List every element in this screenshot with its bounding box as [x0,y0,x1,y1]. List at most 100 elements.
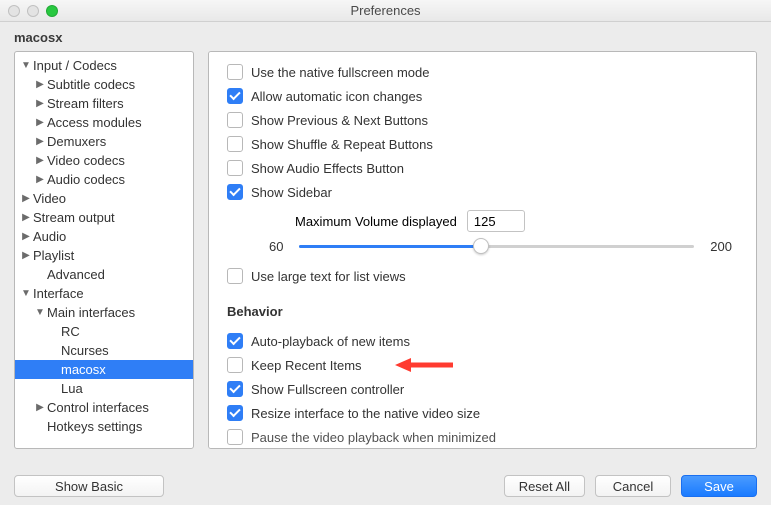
setting-label: Resize interface to the native video siz… [251,406,480,421]
tree-item-label: Playlist [31,248,74,263]
settings-panel[interactable]: Use the native fullscreen mode Allow auto… [208,51,757,449]
setting-row: Use large text for list views [227,264,738,288]
save-button[interactable]: Save [681,475,757,497]
cancel-button[interactable]: Cancel [595,475,671,497]
tree-item-hotkeys-settings[interactable]: Hotkeys settings [15,417,193,436]
display-opt-0-checkbox[interactable] [227,64,243,80]
tree-item-subtitle-codecs[interactable]: ▶Subtitle codecs [15,75,193,94]
large-text-checkbox[interactable] [227,268,243,284]
chevron-right-icon: ▶ [21,213,31,223]
chevron-right-icon: ▶ [21,232,31,242]
display-opt-1-checkbox[interactable] [227,88,243,104]
display-opt-3-checkbox[interactable] [227,136,243,152]
tree-item-label: Subtitle codecs [45,77,135,92]
slider-min-label: 60 [263,239,289,254]
display-opt-5-checkbox[interactable] [227,184,243,200]
reset-all-button[interactable]: Reset All [504,475,585,497]
footer: Show Basic Reset All Cancel Save [0,467,771,505]
breadcrumb: macosx [0,22,771,51]
tree-item-input-codecs[interactable]: ▼Input / Codecs [15,56,193,75]
chevron-right-icon: ▶ [35,175,45,185]
close-icon[interactable] [8,5,20,17]
window-controls [8,5,58,17]
tree-item-audio[interactable]: ▶Audio [15,227,193,246]
show-basic-button[interactable]: Show Basic [14,475,164,497]
tree-item-label: Video codecs [45,153,125,168]
tree-item-label: Audio codecs [45,172,125,187]
tree-item-label: Hotkeys settings [45,419,142,434]
setting-label: Show Previous & Next Buttons [251,113,428,128]
behavior-heading: Behavior [227,304,738,319]
tree-item-audio-codecs[interactable]: ▶Audio codecs [15,170,193,189]
tree-item-rc[interactable]: RC [15,322,193,341]
max-volume-input[interactable] [467,210,525,232]
chevron-right-icon: ▶ [21,194,31,204]
tree-item-label: Access modules [45,115,142,130]
slider-max-label: 200 [704,239,738,254]
tree-item-lua[interactable]: Lua [15,379,193,398]
setting-label: Show Audio Effects Button [251,161,404,176]
tree-item-stream-output[interactable]: ▶Stream output [15,208,193,227]
tree-item-label: RC [59,324,80,339]
chevron-right-icon: ▶ [35,137,45,147]
window-title: Preferences [350,3,420,18]
setting-label: Show Shuffle & Repeat Buttons [251,137,433,152]
setting-label: Use large text for list views [251,269,406,284]
tree-item-playlist[interactable]: ▶Playlist [15,246,193,265]
tree-item-video-codecs[interactable]: ▶Video codecs [15,151,193,170]
behavior-opt-1-checkbox[interactable] [227,357,243,373]
display-opt-4-checkbox[interactable] [227,160,243,176]
tree-item-macosx[interactable]: macosx [15,360,193,379]
max-volume-label: Maximum Volume displayed [295,214,457,229]
chevron-down-icon: ▼ [21,61,31,71]
chevron-right-icon: ▶ [35,118,45,128]
slider-thumb-icon[interactable] [473,238,489,254]
minimize-icon[interactable] [27,5,39,17]
behavior-opt-2-checkbox[interactable] [227,381,243,397]
setting-label: Use the native fullscreen mode [251,65,429,80]
chevron-right-icon: ▶ [35,403,45,413]
zoom-icon[interactable] [46,5,58,17]
display-opt-2-checkbox[interactable] [227,112,243,128]
tree-item-label: Stream output [31,210,115,225]
setting-row: Keep Recent Items [227,353,738,377]
tree-item-demuxers[interactable]: ▶Demuxers [15,132,193,151]
tree-item-label: Main interfaces [45,305,135,320]
tree-item-label: macosx [59,362,106,377]
setting-label: Auto-playback of new items [251,334,410,349]
tree-item-label: Advanced [45,267,105,282]
tree-item-label: Demuxers [45,134,106,149]
tree-item-label: Interface [31,286,84,301]
setting-row: Auto-playback of new items [227,329,738,353]
behavior-opt-4-checkbox[interactable] [227,429,243,445]
tree-item-interface[interactable]: ▼Interface [15,284,193,303]
preferences-tree[interactable]: ▼Input / Codecs▶Subtitle codecs▶Stream f… [14,51,194,449]
volume-slider[interactable] [299,236,694,256]
setting-row: Allow automatic icon changes [227,84,738,108]
tree-item-video[interactable]: ▶Video [15,189,193,208]
tree-item-ncurses[interactable]: Ncurses [15,341,193,360]
max-volume-row: Maximum Volume displayed [227,210,738,232]
chevron-right-icon: ▶ [21,251,31,261]
setting-label: Allow automatic icon changes [251,89,422,104]
titlebar: Preferences [0,0,771,22]
setting-row: Use the native fullscreen mode [227,60,738,84]
chevron-down-icon: ▼ [35,308,45,318]
tree-item-advanced[interactable]: Advanced [15,265,193,284]
tree-item-access-modules[interactable]: ▶Access modules [15,113,193,132]
volume-slider-row: 60 200 [263,236,738,256]
setting-row: Show Sidebar [227,180,738,204]
tree-item-control-interfaces[interactable]: ▶Control interfaces [15,398,193,417]
chevron-right-icon: ▶ [35,156,45,166]
tree-item-label: Lua [59,381,83,396]
behavior-opt-0-checkbox[interactable] [227,333,243,349]
setting-row: Show Fullscreen controller [227,377,738,401]
setting-label: Show Fullscreen controller [251,382,404,397]
setting-label: Keep Recent Items [251,358,362,373]
tree-item-label: Stream filters [45,96,124,111]
tree-item-label: Input / Codecs [31,58,117,73]
setting-label: Pause the video playback when minimized [251,430,496,445]
behavior-opt-3-checkbox[interactable] [227,405,243,421]
tree-item-main-interfaces[interactable]: ▼Main interfaces [15,303,193,322]
tree-item-stream-filters[interactable]: ▶Stream filters [15,94,193,113]
